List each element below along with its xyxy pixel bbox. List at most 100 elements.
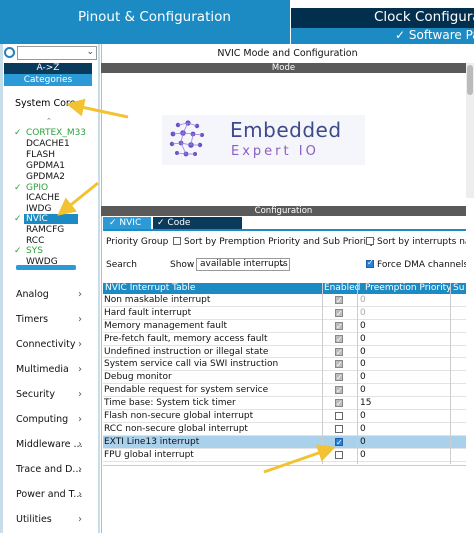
sidebar-item-gpdma2[interactable]: GPDMA2 (14, 172, 65, 182)
enabled-checkbox[interactable] (335, 320, 343, 333)
sort-interrupts-checkbox[interactable]: Sort by interrupts nam (366, 237, 474, 247)
enabled-checkbox[interactable] (335, 412, 343, 421)
category-computing[interactable]: Computing › (16, 414, 94, 425)
tab-code-generation[interactable]: ✓ Code generation (153, 217, 242, 240)
sidebar-item-nvic[interactable]: ✓ NVIC (14, 214, 78, 224)
table-row[interactable]: Flash non-secure global interrupt 0 (103, 410, 466, 423)
preemption-priority[interactable]: 0 (360, 333, 366, 346)
preemption-priority[interactable]: 0 (360, 307, 366, 320)
sidebar-item-label: GPIO (26, 183, 49, 193)
preemption-priority[interactable]: 0 (360, 294, 366, 307)
table-row[interactable]: System service call via SWI instruction 0 (103, 358, 466, 371)
table-row[interactable]: Time base: System tick timer 15 (103, 397, 466, 410)
interrupt-name: Non maskable interrupt (104, 295, 211, 305)
enabled-checkbox[interactable] (335, 397, 343, 410)
col-header-name[interactable]: NVIC Interrupt Table (105, 283, 195, 294)
preemption-priority[interactable]: 0 (360, 410, 366, 423)
table-row[interactable]: EXTI Line13 interrupt 0 (103, 435, 466, 449)
sidebar-item-cortex_m33[interactable]: ✓ CORTEX_M33 (14, 128, 86, 138)
preemption-priority[interactable]: 0 (360, 320, 366, 333)
table-row[interactable]: Undefined instruction or illegal state 0 (103, 346, 466, 359)
sidebar-item-label: DCACHE1 (26, 139, 70, 149)
gear-icon[interactable] (4, 47, 15, 58)
table-row[interactable]: Memory management fault 0 (103, 320, 466, 333)
preemption-priority[interactable]: 15 (360, 397, 371, 410)
preemption-priority[interactable]: 0 (360, 346, 366, 359)
enabled-checkbox[interactable] (335, 450, 343, 459)
tab-clock-configuration[interactable]: Clock Configurat (291, 8, 474, 28)
sidebar-item-ramcfg[interactable]: RAMCFG (14, 225, 64, 235)
category-multimedia[interactable]: Multimedia › (16, 364, 94, 375)
sidebar-item-rcc[interactable]: RCC (14, 236, 44, 246)
category-timers[interactable]: Timers › (16, 314, 94, 325)
table-row[interactable]: RCC non-secure global interrupt 0 (103, 423, 466, 436)
category-utilities[interactable]: Utilities › (16, 514, 94, 525)
show-select[interactable]: available interrupts ⌄ (196, 258, 290, 271)
search-input[interactable]: ⌄ (17, 46, 97, 60)
page-title: NVIC Mode and Configuration (217, 48, 358, 59)
enabled-checkbox[interactable] (335, 436, 343, 449)
chevron-right-icon: › (78, 489, 82, 500)
category-security[interactable]: Security › (16, 389, 94, 400)
enabled-checkbox[interactable] (335, 346, 343, 359)
table-row[interactable]: Debug monitor 0 (103, 371, 466, 384)
sidebar-scroll-thumb[interactable] (16, 265, 76, 270)
sidebar-item-dcache1[interactable]: DCACHE1 (14, 139, 70, 149)
sidebar-item-flash[interactable]: FLASH (14, 150, 55, 160)
enabled-checkbox[interactable] (335, 384, 343, 397)
checkbox[interactable] (173, 237, 181, 245)
preemption-priority[interactable]: 0 (360, 384, 366, 397)
category-trace-and-d[interactable]: Trace and D... › (16, 464, 94, 475)
enabled-checkbox[interactable] (335, 333, 343, 346)
software-packs-menu[interactable]: ✓ Software Pack (291, 28, 474, 44)
table-row[interactable]: FPU global interrupt 0 (103, 449, 466, 462)
category-system-core[interactable]: System Core (15, 98, 75, 109)
chevron-up-icon[interactable]: ⌃ (46, 117, 52, 125)
categories-button[interactable]: Categories (4, 74, 92, 86)
preemption-priority[interactable]: 0 (360, 358, 366, 371)
sidebar-item-iwdg[interactable]: IWDG (14, 204, 51, 214)
category-label: Power and T... (16, 489, 83, 500)
table-row[interactable]: Pre-fetch fault, memory access fault 0 (103, 333, 466, 346)
preemption-priority[interactable]: 0 (360, 436, 366, 449)
sidebar-item-gpdma1[interactable]: GPDMA1 (14, 161, 65, 171)
category-power-and-t[interactable]: Power and T... › (16, 489, 94, 500)
checkbox-checked[interactable] (366, 258, 374, 268)
table-row[interactable]: Non maskable interrupt 0 (103, 294, 466, 307)
category-label: Timers (16, 314, 49, 325)
preemption-priority[interactable]: 0 (360, 449, 366, 462)
sort-preemption-checkbox[interactable]: Sort by Premption Priority and Sub Prior… (173, 237, 375, 247)
tab-nvic[interactable]: ✓ NVIC (103, 217, 151, 229)
sidebar-item-label: GPDMA1 (26, 161, 65, 171)
tab-pinout-configuration[interactable]: Pinout & Configuration (0, 0, 290, 44)
col-header-sub[interactable]: Su (453, 283, 464, 294)
configuration-header: Configuration (101, 206, 466, 216)
col-header-preemption[interactable]: Preemption Priority (365, 283, 451, 294)
force-dma-checkbox[interactable]: Force DMA channels In (366, 258, 474, 270)
logo-icon (169, 120, 204, 157)
sidebar-item-sys[interactable]: ✓ SYS (14, 246, 43, 256)
interrupt-name: FPU global interrupt (104, 449, 194, 460)
category-analog[interactable]: Analog › (16, 289, 94, 300)
table-row[interactable]: Pendable request for system service 0 (103, 384, 466, 397)
enabled-checkbox[interactable] (335, 424, 343, 433)
mode-scrollbar[interactable] (466, 63, 474, 198)
category-connectivity[interactable]: Connectivity › (16, 339, 94, 350)
category-middleware[interactable]: Middleware ... › (16, 439, 94, 450)
enabled-checkbox[interactable] (335, 307, 343, 320)
preemption-priority[interactable]: 0 (360, 423, 366, 436)
enabled-checkbox[interactable] (335, 358, 343, 371)
chevron-down-icon[interactable]: ⌄ (86, 47, 94, 57)
col-header-enabled[interactable]: Enabled (324, 283, 360, 294)
sort-az-button[interactable]: A->Z (4, 63, 92, 74)
preemption-priority[interactable]: 0 (360, 371, 366, 384)
table-row[interactable]: Hard fault interrupt 0 (103, 307, 466, 320)
enabled-checkbox[interactable] (335, 294, 343, 307)
sidebar-item-icache[interactable]: ICACHE (14, 193, 60, 203)
enabled-checkbox[interactable] (335, 371, 343, 384)
mode-scroll-thumb[interactable] (467, 65, 473, 95)
tab-nvic-label: NVIC (119, 218, 142, 228)
category-label: Middleware ... (16, 439, 83, 450)
checkbox[interactable] (366, 237, 374, 245)
sidebar-item-gpio[interactable]: ✓ GPIO (14, 183, 48, 193)
